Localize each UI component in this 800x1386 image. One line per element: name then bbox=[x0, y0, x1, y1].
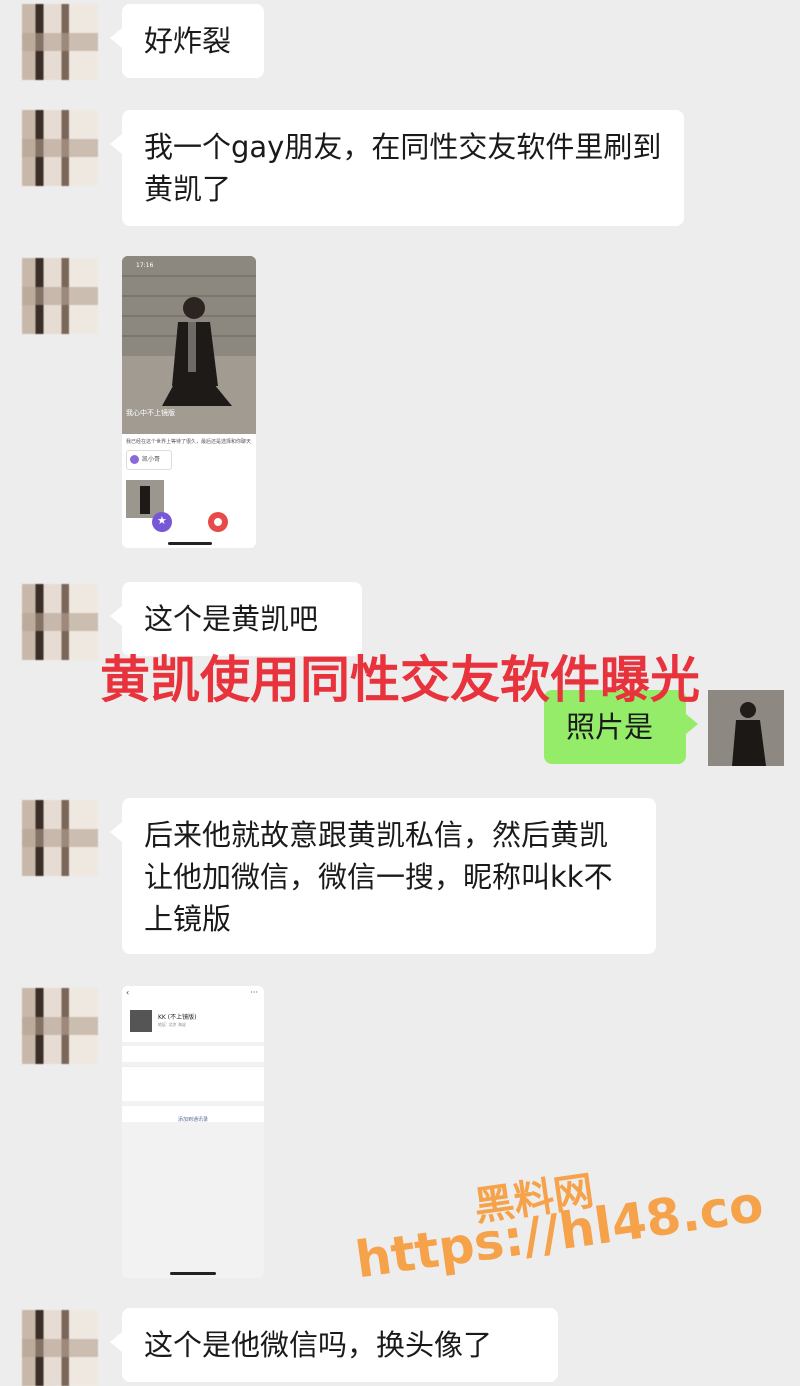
add-to-contacts-label: 添加到通讯录 bbox=[177, 1117, 208, 1123]
photo-caption: 我心中不上镜版 bbox=[126, 409, 175, 417]
profile-row bbox=[122, 1066, 264, 1101]
add-to-contacts-button[interactable]: 添加到通讯录 bbox=[122, 1106, 264, 1123]
message-bubble: 这个是他微信吗，换头像了 bbox=[110, 1308, 558, 1382]
message-bubble: 后来他就故意跟黄凯私信，然后黄凯让他加微信，微信一搜，昵称叫kk不上镜版 bbox=[110, 798, 656, 954]
image-message-dating-app[interactable]: 17:16 我心中不上镜版 我已经在这个世界上等待了很久，最后还是选择和你聊天 … bbox=[122, 256, 256, 548]
message-text: 我一个gay朋友，在同性交友软件里刷到黄凯了 bbox=[144, 130, 662, 206]
profile-nickname: KK (不上镜版) bbox=[158, 1014, 197, 1021]
image-message-wechat-profile[interactable]: ‹ ··· KK (不上镜版) 地区: 北京 海淀 添加到通讯录 bbox=[122, 986, 264, 1278]
overlay-title: 黄凯使用同性交友软件曝光 bbox=[100, 651, 700, 709]
my-avatar[interactable] bbox=[708, 690, 784, 766]
avatar[interactable] bbox=[22, 258, 98, 334]
profile-row bbox=[122, 1046, 264, 1062]
back-icon: ‹ bbox=[126, 988, 130, 997]
name-tag: 凯小哥 bbox=[126, 450, 172, 470]
my-avatar-photo bbox=[708, 690, 784, 766]
message-bubble: 我一个gay朋友，在同性交友软件里刷到黄凯了 bbox=[110, 110, 684, 226]
avatar[interactable] bbox=[22, 110, 98, 186]
more-icon: ··· bbox=[250, 988, 258, 997]
message-text: 后来他就故意跟黄凯私信，然后黄凯让他加微信，微信一搜，昵称叫kk不上镜版 bbox=[144, 818, 613, 936]
name-label: 凯小哥 bbox=[142, 456, 161, 463]
home-indicator bbox=[168, 542, 212, 545]
like-button[interactable]: ★ bbox=[152, 512, 172, 532]
message-text: 好炸裂 bbox=[144, 24, 232, 58]
dislike-button[interactable] bbox=[208, 512, 228, 532]
status-time: 17:16 bbox=[136, 262, 154, 269]
message-text: 这个是黄凯吧 bbox=[144, 602, 319, 636]
profile-region: 地区: 北京 海淀 bbox=[158, 1022, 186, 1027]
message-text: 这个是他微信吗，换头像了 bbox=[144, 1328, 493, 1362]
circle-icon bbox=[214, 518, 222, 526]
star-icon: ★ bbox=[157, 514, 167, 527]
message-bubble: 好炸裂 bbox=[110, 4, 264, 78]
message-bubble: 这个是黄凯吧 bbox=[110, 582, 362, 656]
profile-header: ‹ ··· KK (不上镜版) 地区: 北京 海淀 bbox=[122, 986, 264, 1042]
reply-text: 照片是 bbox=[566, 710, 654, 744]
home-indicator bbox=[170, 1272, 216, 1275]
avatar[interactable] bbox=[22, 800, 98, 876]
avatar[interactable] bbox=[22, 584, 98, 660]
avatar[interactable] bbox=[22, 4, 98, 80]
tag-icon bbox=[130, 455, 139, 464]
avatar[interactable] bbox=[22, 988, 98, 1064]
profile-photo: 17:16 我心中不上镜版 bbox=[122, 256, 256, 434]
profile-line: 我已经在这个世界上等待了很久，最后还是选择和你聊天 bbox=[126, 439, 252, 445]
profile-avatar bbox=[130, 1010, 152, 1032]
avatar[interactable] bbox=[22, 1310, 98, 1386]
